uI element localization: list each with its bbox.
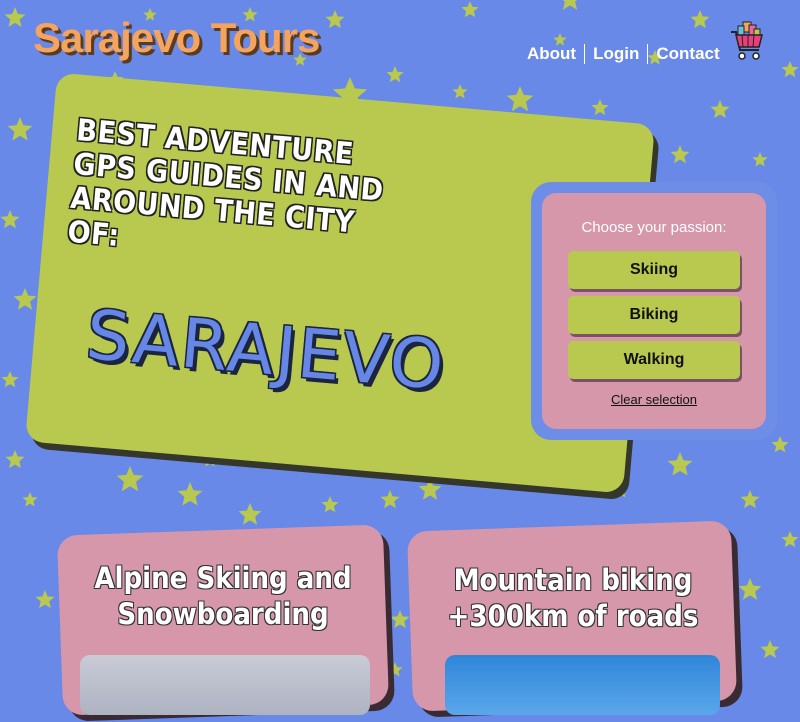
nav-about-link[interactable]: About [527, 44, 584, 64]
bike-card-image [445, 655, 720, 715]
star-decoration [781, 61, 799, 78]
shopping-cart-icon[interactable] [730, 20, 764, 62]
star-decoration [740, 490, 760, 509]
passion-title: Choose your passion: [581, 219, 727, 236]
star-decoration [325, 10, 345, 29]
star-decoration [710, 100, 730, 119]
star-decoration [177, 482, 203, 506]
star-decoration [1, 371, 19, 388]
star-decoration [752, 152, 768, 167]
star-decoration [771, 436, 789, 453]
biking-button[interactable]: Biking [568, 296, 740, 334]
star-decoration [380, 490, 400, 509]
nav-contact-link[interactable]: Contact [648, 44, 727, 64]
star-decoration [238, 503, 262, 525]
star-decoration [386, 66, 404, 83]
star-decoration [670, 145, 690, 164]
star-decoration [116, 466, 144, 492]
star-decoration [390, 610, 410, 629]
star-decoration [506, 86, 534, 112]
star-decoration [13, 288, 37, 310]
clear-selection-link[interactable]: Clear selection [542, 392, 766, 407]
bike-card-title: Mountain biking +300km of roads [447, 563, 699, 633]
star-decoration [5, 450, 25, 469]
skiing-button[interactable]: Skiing [568, 251, 740, 289]
star-decoration [461, 1, 479, 18]
star-decoration [35, 590, 55, 609]
star-decoration [591, 99, 609, 116]
star-decoration [22, 492, 38, 507]
site-title[interactable]: Sarajevo Tours [33, 14, 320, 62]
ski-card-image [80, 655, 370, 715]
star-decoration [562, 0, 578, 10]
walking-button[interactable]: Walking [568, 341, 740, 379]
main-nav: About Login Contact [527, 44, 728, 64]
star-decoration [321, 496, 339, 513]
star-decoration [667, 452, 693, 476]
star-decoration [738, 578, 762, 600]
star-decoration [4, 7, 26, 27]
star-decoration [690, 10, 710, 29]
star-decoration [7, 117, 33, 141]
star-decoration [781, 531, 799, 548]
ski-card-title: Alpine Skiing and Snowboarding [94, 561, 352, 631]
star-decoration [0, 210, 20, 229]
nav-login-link[interactable]: Login [585, 44, 647, 64]
star-decoration [760, 640, 780, 659]
star-decoration [452, 84, 468, 99]
